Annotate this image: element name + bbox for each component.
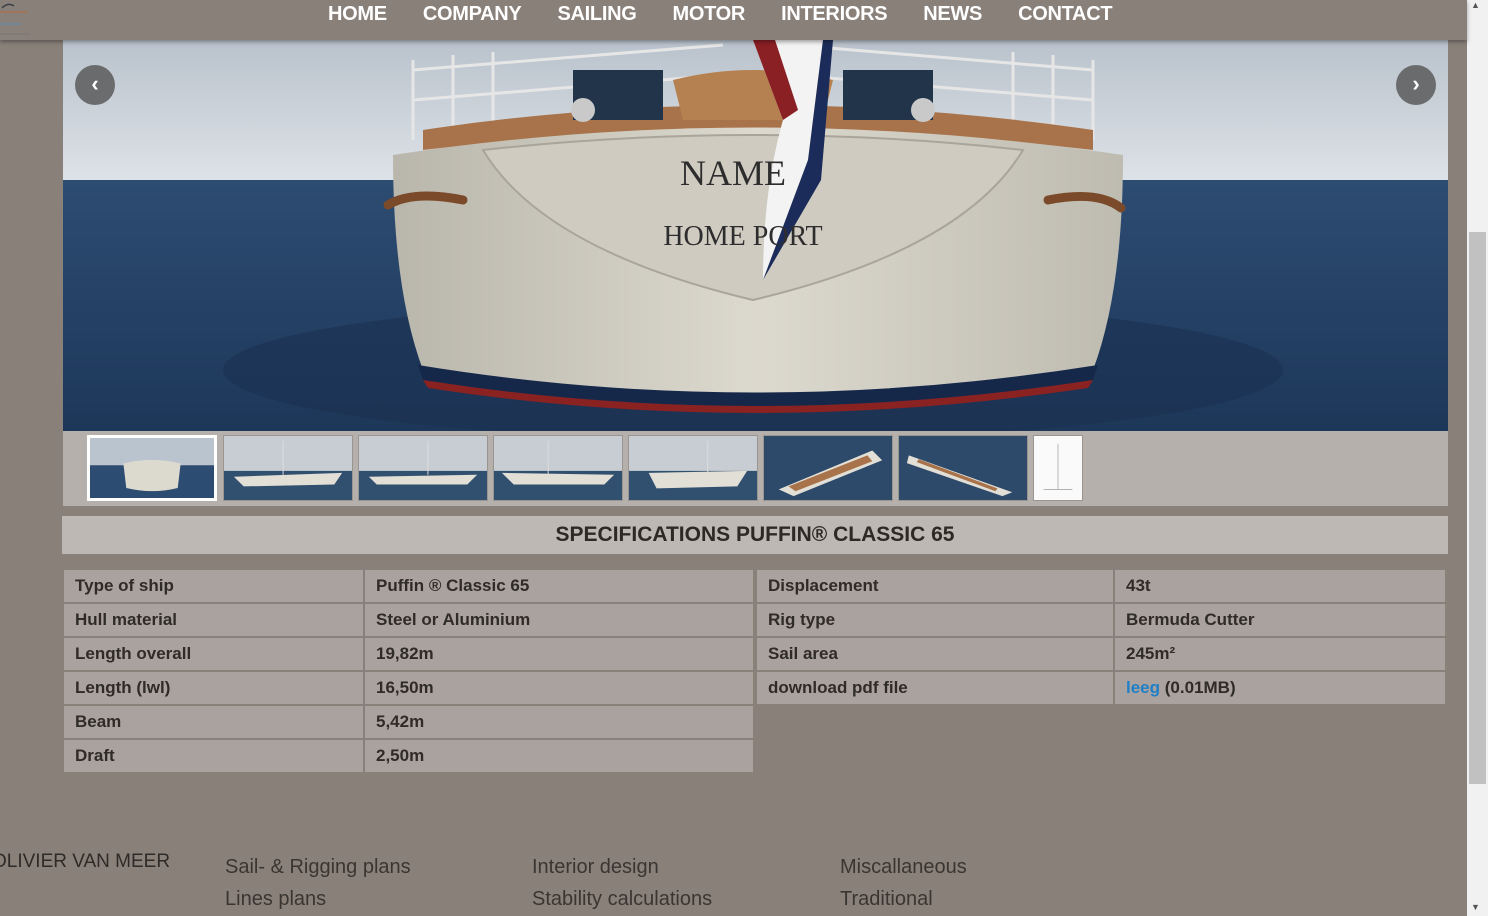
table-row: Beam 5,42m xyxy=(64,706,753,738)
thumbnail-strip xyxy=(63,431,1448,506)
thumbnail-8[interactable] xyxy=(1033,435,1083,501)
footer-link-lines-plans[interactable]: Lines plans xyxy=(225,883,411,915)
spec-label: Sail area xyxy=(757,638,1113,670)
main-menu: HOME COMPANY SAILING MOTOR INTERIORS NEW… xyxy=(310,0,1130,30)
table-row: Sail area 245m² xyxy=(757,638,1445,670)
thumbnail-7[interactable] xyxy=(898,435,1028,501)
spec-value: 245m² xyxy=(1115,638,1445,670)
table-row: download pdf file leeg (0.01MB) xyxy=(757,672,1445,704)
footer-link-interior-design[interactable]: Interior design xyxy=(532,851,712,883)
footer-column-1: Sail- & Rigging plans Lines plans xyxy=(225,851,411,915)
nav-sailing[interactable]: SAILING xyxy=(539,0,654,30)
table-row: Draft 2,50m xyxy=(64,740,753,772)
yacht-stern-image: NAME HOME PORT xyxy=(63,40,1448,431)
nav-company[interactable]: COMPANY xyxy=(405,0,540,30)
nav-news[interactable]: NEWS xyxy=(905,0,1000,30)
nav-contact[interactable]: CONTACT xyxy=(1000,0,1130,30)
hero-slider: NAME HOME PORT xyxy=(63,40,1448,431)
transom-home-port: HOME PORT xyxy=(663,221,822,252)
chevron-left-icon: ‹ xyxy=(91,71,99,96)
thumbnail-2[interactable] xyxy=(223,435,353,501)
table-row: Rig type Bermuda Cutter xyxy=(757,604,1445,636)
table-row: Length (lwl) 16,50m xyxy=(64,672,753,704)
thumbnail-5[interactable] xyxy=(628,435,758,501)
table-row: Hull material Steel or Aluminium xyxy=(64,604,753,636)
nav-interiors[interactable]: INTERIORS xyxy=(763,0,905,30)
specifications-table-right: Displacement 43t Rig type Bermuda Cutter S… xyxy=(755,568,1447,706)
table-row: Length overall 19,82m xyxy=(64,638,753,670)
footer-link-miscellaneous[interactable]: Miscallaneous xyxy=(840,851,967,883)
spec-value: 16,50m xyxy=(365,672,753,704)
pdf-file-size: (0.01MB) xyxy=(1160,678,1236,697)
thumbnail-6[interactable] xyxy=(763,435,893,501)
spec-label: Length overall xyxy=(64,638,363,670)
chevron-right-icon: › xyxy=(1412,71,1420,96)
scroll-down-icon[interactable]: ▼ xyxy=(1471,902,1480,912)
footer-link-traditional[interactable]: Traditional xyxy=(840,883,967,915)
spec-value: leeg (0.01MB) xyxy=(1115,672,1445,704)
footer-brand: OLIVIER VAN MEER xyxy=(0,851,171,872)
thumbnail-3[interactable] xyxy=(358,435,488,501)
spec-value: Puffin ® Classic 65 xyxy=(365,570,753,602)
spec-value: Bermuda Cutter xyxy=(1115,604,1445,636)
spec-value: 5,42m xyxy=(365,706,753,738)
spec-label: Beam xyxy=(64,706,363,738)
specifications-title: SPECIFICATIONS PUFFIN® CLASSIC 65 xyxy=(62,516,1448,554)
table-row: Displacement 43t xyxy=(757,570,1445,602)
top-navigation-bar: HOME COMPANY SAILING MOTOR INTERIORS NEW… xyxy=(0,0,1467,40)
footer-column-3: Miscallaneous Traditional xyxy=(840,851,967,915)
spec-label: Draft xyxy=(64,740,363,772)
spec-label: Rig type xyxy=(757,604,1113,636)
scrollbar-thumb[interactable] xyxy=(1469,232,1486,784)
transom-name: NAME xyxy=(680,153,786,193)
spec-label: Length (lwl) xyxy=(64,672,363,704)
footer-column-2: Interior design Stability calculations xyxy=(532,851,712,915)
spec-label: Hull material xyxy=(64,604,363,636)
scroll-up-icon[interactable]: ▲ xyxy=(1471,0,1480,10)
nav-home[interactable]: HOME xyxy=(310,0,405,30)
table-row: Type of ship Puffin ® Classic 65 xyxy=(64,570,753,602)
previous-slide-button[interactable]: ‹ xyxy=(75,65,115,105)
specifications-table-left: Type of ship Puffin ® Classic 65 Hull mat… xyxy=(62,568,755,774)
spec-label: Type of ship xyxy=(64,570,363,602)
pdf-download-link[interactable]: leeg xyxy=(1126,678,1160,697)
nav-motor[interactable]: MOTOR xyxy=(654,0,763,30)
thumbnail-4[interactable] xyxy=(493,435,623,501)
spec-label: download pdf file xyxy=(757,672,1113,704)
page-scrollbar[interactable]: ▲ ▼ xyxy=(1467,0,1488,916)
footer-link-sail-rigging-plans[interactable]: Sail- & Rigging plans xyxy=(225,851,411,883)
thumbnail-1[interactable] xyxy=(87,435,217,501)
site-logo[interactable] xyxy=(0,0,40,40)
spec-value: 43t xyxy=(1115,570,1445,602)
spec-label: Displacement xyxy=(757,570,1113,602)
spec-value: 2,50m xyxy=(365,740,753,772)
spec-value: 19,82m xyxy=(365,638,753,670)
spec-value: Steel or Aluminium xyxy=(365,604,753,636)
next-slide-button[interactable]: › xyxy=(1396,65,1436,105)
footer-link-stability-calculations[interactable]: Stability calculations xyxy=(532,883,712,915)
